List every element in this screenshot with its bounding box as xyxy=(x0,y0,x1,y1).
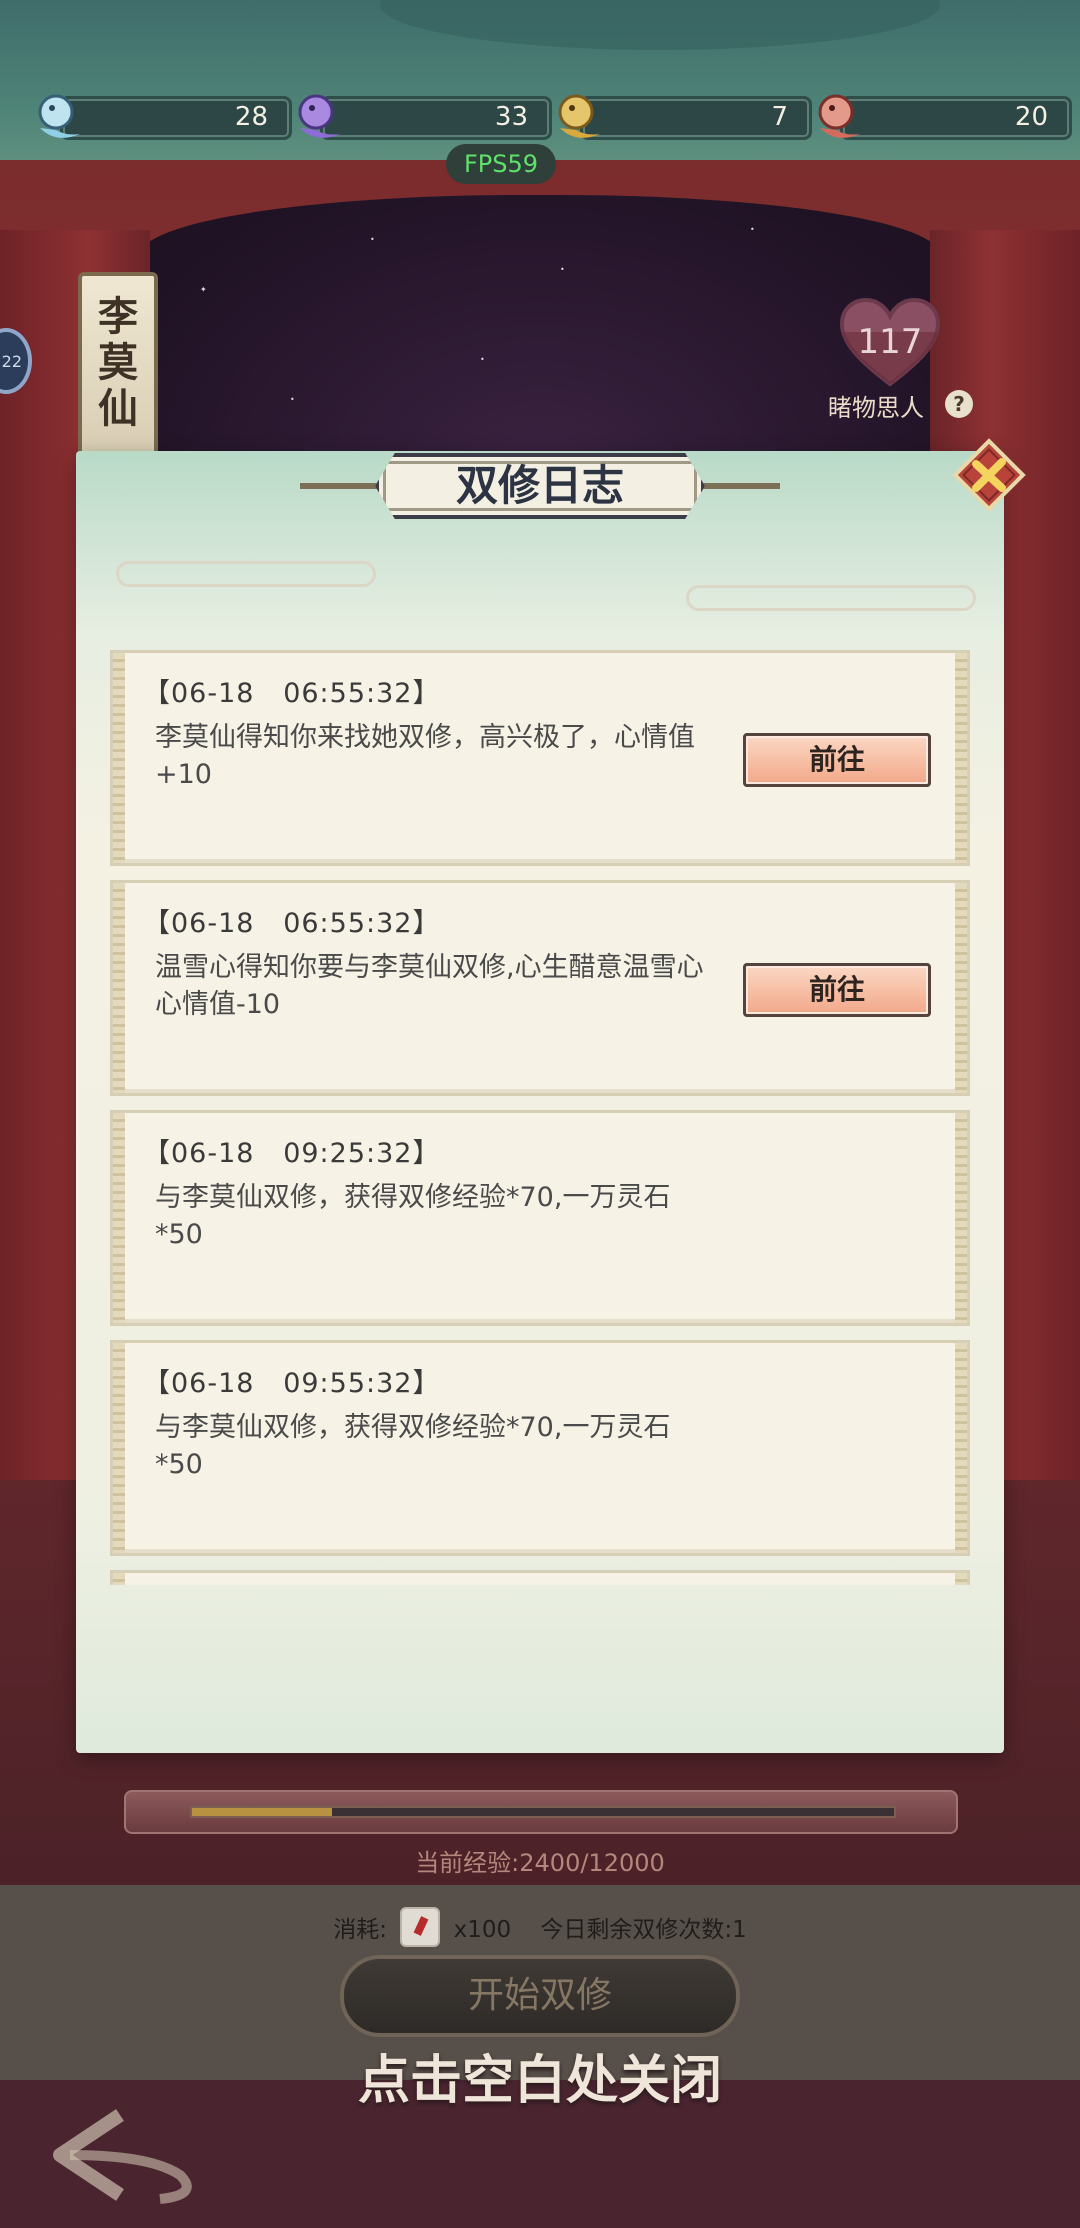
currency-value: 7 xyxy=(771,102,788,132)
currency-value: 33 xyxy=(494,102,528,132)
exp-bar-fill xyxy=(192,1808,332,1816)
log-entry: 【06-18 09:55:32】 与李莫仙双修，获得双修经验*70,一万灵石*5… xyxy=(110,1340,970,1556)
start-dual-cultivation-button[interactable]: 开始双修 xyxy=(340,1955,740,2037)
log-text: 与李莫仙双修，获得双修经验*70,一万灵石*50 xyxy=(155,1182,671,1250)
red-fish-icon xyxy=(818,94,860,138)
purple-fish-icon xyxy=(298,94,340,138)
log-text: 李莫仙得知你来找她双修，高兴极了，心情值+10 xyxy=(155,722,695,790)
cost-amount: x100 xyxy=(453,1917,512,1943)
cost-row: 消耗: x100 今日剩余双修次数:1 xyxy=(0,1906,1080,1951)
log-time: 【06-18 09:55:32】 xyxy=(143,1368,441,1399)
name-char: 李 xyxy=(98,293,138,340)
log-text: 温雪心得知你要与李莫仙双修,心生醋意温雪心心情值-10 xyxy=(155,952,704,1020)
back-arrow-icon[interactable] xyxy=(30,2095,240,2215)
fps-counter: FPS59 xyxy=(446,144,556,184)
log-entry: 【06-18 06:55:32】 李莫仙得知你来找她双修，高兴极了，心情值+10… xyxy=(110,650,970,866)
heart-label: 睹物思人 xyxy=(828,394,924,422)
goto-button[interactable]: 前往 xyxy=(743,733,931,787)
cost-token-icon xyxy=(400,1906,441,1947)
remaining-count: 今日剩余双修次数:1 xyxy=(540,1917,747,1943)
close-icon[interactable] xyxy=(948,434,1030,516)
name-char: 莫 xyxy=(98,339,138,386)
currency-value: 28 xyxy=(234,102,268,132)
character-name-plaque: 李 莫 仙 xyxy=(78,272,158,462)
log-list[interactable]: 【06-18 06:55:32】 李莫仙得知你来找她双修，高兴极了，心情值+10… xyxy=(110,650,970,1585)
log-time: 【06-18 09:25:32】 xyxy=(143,1138,441,1169)
log-entry: 【06-18 09:25:32】 与李莫仙双修，获得双修经验*70,一万灵石*5… xyxy=(110,1110,970,1326)
log-entry: 【06-18 06:55:32】 温雪心得知你要与李莫仙双修,心生醋意温雪心心情… xyxy=(110,880,970,1096)
name-char: 仙 xyxy=(98,385,138,432)
log-time: 【06-18 06:55:32】 xyxy=(143,678,441,709)
log-text: 与李莫仙双修，获得双修经验*70,一万灵石*50 xyxy=(155,1412,671,1480)
dialog-title: 双修日志 xyxy=(455,461,624,510)
log-entry-partial xyxy=(110,1570,970,1585)
heart-value: 117 xyxy=(857,322,923,362)
currency-value: 20 xyxy=(1014,102,1048,132)
gold-fish-icon xyxy=(558,94,600,138)
goto-button[interactable]: 前往 xyxy=(743,963,931,1017)
exp-label: 当前经验:2400/12000 xyxy=(415,1849,665,1877)
cost-label: 消耗: xyxy=(333,1917,387,1943)
log-time: 【06-18 06:55:32】 xyxy=(143,908,441,939)
help-icon[interactable]: ? xyxy=(945,390,973,418)
blue-fish-icon xyxy=(38,94,80,138)
